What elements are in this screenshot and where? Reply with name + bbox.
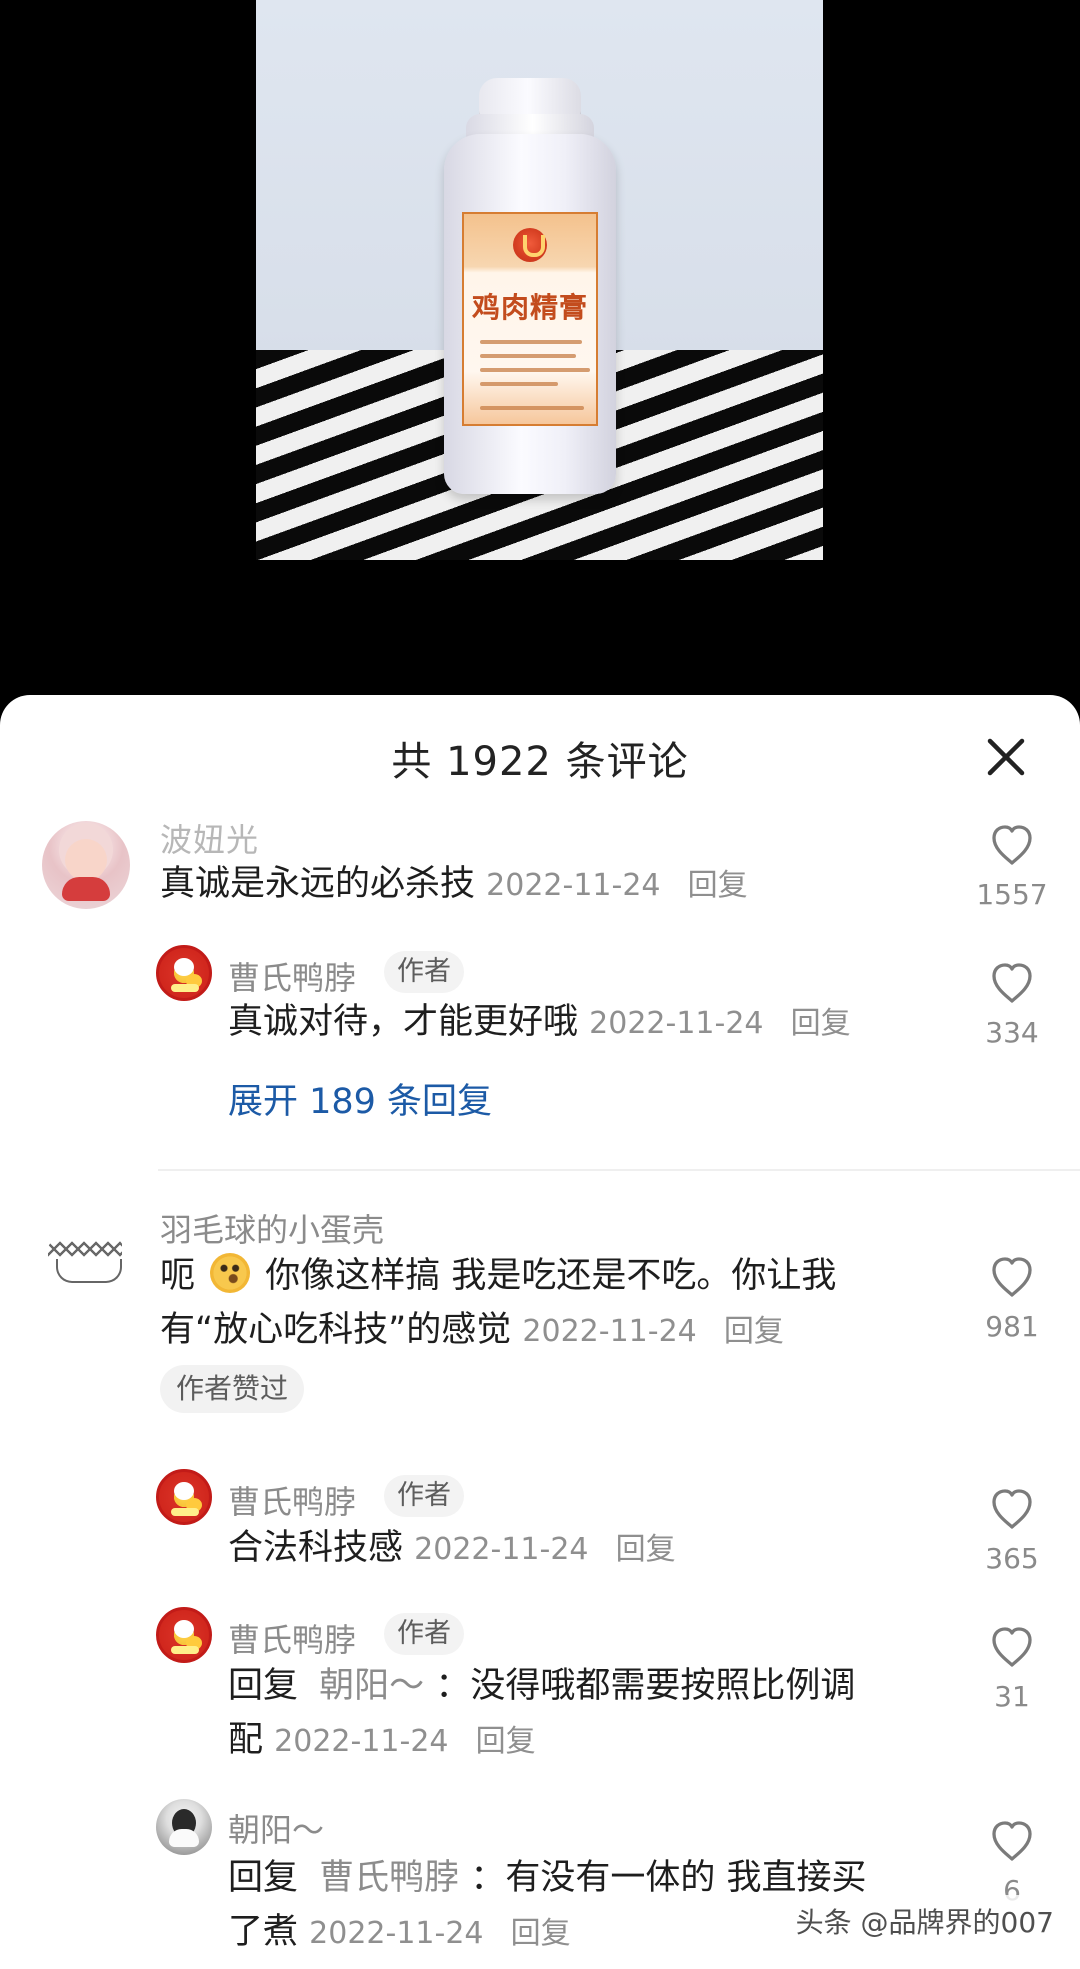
like-button[interactable]: 31 <box>967 1625 1057 1713</box>
reply-text-line-1: ：没得哦都需要按照比例调 <box>435 1666 856 1706</box>
avatar[interactable] <box>42 821 130 909</box>
reply-text: 真诚对待，才能更好哦 <box>228 1002 579 1042</box>
like-count: 1557 <box>976 878 1048 911</box>
reply-username[interactable]: 曹氏鸭脖 <box>228 1615 356 1661</box>
author-badge: 作者 <box>384 1475 464 1517</box>
product-photo: 鸡肉精膏 <box>256 0 823 560</box>
like-count: 365 <box>985 1542 1039 1575</box>
product-label-title: 鸡肉精膏 <box>471 291 588 324</box>
top-media: 鸡肉精膏 <box>0 0 1080 695</box>
reply-date: 2022-11-24 <box>309 1916 484 1951</box>
reply-date: 2022-11-24 <box>274 1724 449 1759</box>
like-count: 31 <box>994 1680 1030 1713</box>
author-badge: 作者 <box>384 1613 464 1655</box>
close-button[interactable] <box>982 733 1030 781</box>
reply-username[interactable]: 曹氏鸭脖 <box>228 953 356 999</box>
close-icon <box>987 738 1025 776</box>
reply-date: 2022-11-24 <box>414 1532 589 1567</box>
reply-text-line-2: 配 <box>228 1720 264 1760</box>
reply-target-name[interactable]: 曹氏鸭脖 <box>319 1858 459 1898</box>
comment-date: 2022-11-24 <box>522 1314 697 1349</box>
comment-body: 真诚是永远的必杀技 2022-11-24 回复 <box>160 857 748 913</box>
comments-title: 共 1922 条评论 <box>391 739 689 785</box>
comment-text: 真诚是永远的必杀技 <box>160 864 476 904</box>
comments-sheet: 共 1922 条评论 波妞光 真诚是永远的必杀技 2022-11-24 回复 1… <box>0 695 1080 1969</box>
expand-replies-button[interactable]: 展开 189 条回复 <box>228 1075 492 1129</box>
like-button[interactable]: 365 <box>967 1487 1057 1575</box>
reply-prefix: 回复 <box>228 1858 299 1898</box>
avatar[interactable] <box>156 1469 212 1525</box>
product-label: 鸡肉精膏 <box>462 212 598 426</box>
comment-text-line-1: 你像这样搞 我是吃还是不吃。你让我 <box>265 1256 837 1296</box>
comment-date: 2022-11-24 <box>486 868 661 903</box>
product-bottle: 鸡肉精膏 <box>444 78 616 498</box>
reply-username[interactable]: 曹氏鸭脖 <box>228 1477 356 1523</box>
comments-list: 波妞光 真诚是永远的必杀技 2022-11-24 回复 1557 曹氏鸭脖 作者… <box>0 815 1080 1969</box>
reply-target-name[interactable]: 朝阳～ <box>319 1666 424 1706</box>
reply-link[interactable]: 回复 <box>724 1314 784 1349</box>
comments-header: 共 1922 条评论 <box>0 695 1080 815</box>
label-text-line <box>480 368 590 372</box>
author-liked-badge: 作者赞过 <box>160 1365 305 1413</box>
comment-username[interactable]: 波妞光 <box>160 815 259 861</box>
reply-prefix: 回复 <box>228 1666 299 1706</box>
like-count: 981 <box>985 1310 1039 1343</box>
reply-date: 2022-11-24 <box>589 1006 764 1041</box>
reply-link[interactable]: 回复 <box>476 1724 536 1759</box>
heart-icon <box>992 1627 1032 1667</box>
reply-link[interactable]: 回复 <box>511 1916 571 1951</box>
avatar[interactable] <box>156 1799 212 1855</box>
like-button[interactable]: 6 <box>967 1819 1057 1907</box>
comment-body-line-2: 有“放心吃科技”的感觉 2022-11-24 回复 <box>160 1303 784 1359</box>
reply-body: 合法科技感 2022-11-24 回复 <box>228 1521 676 1577</box>
comment-text-line-2: 有“放心吃科技”的感觉 <box>160 1310 512 1350</box>
heart-icon <box>992 963 1032 1003</box>
divider <box>158 1169 1080 1171</box>
like-button[interactable]: 334 <box>967 961 1057 1049</box>
comment-username[interactable]: 羽毛球的小蛋壳 <box>160 1205 384 1251</box>
reply-body: 回复 朝阳～ ：没得哦都需要按照比例调 <box>228 1659 855 1713</box>
like-button[interactable]: 1557 <box>967 823 1057 911</box>
heart-icon <box>992 1489 1032 1529</box>
bottle-body: 鸡肉精膏 <box>444 134 616 494</box>
reply-link[interactable]: 回复 <box>688 868 748 903</box>
heart-icon <box>992 1257 1032 1297</box>
reply-link[interactable]: 回复 <box>791 1006 851 1041</box>
comment-body: 呃 你像这样搞 我是吃还是不吃。你让我 <box>160 1249 836 1303</box>
label-text-line <box>480 340 582 344</box>
heart-icon <box>992 825 1032 865</box>
label-text-line <box>480 406 584 410</box>
author-badge: 作者 <box>384 951 464 993</box>
reply-text-line-1: ：有没有一体的 我直接买 <box>470 1858 867 1898</box>
reply-body: 真诚对待，才能更好哦 2022-11-24 回复 <box>228 995 851 1051</box>
avatar[interactable] <box>42 1225 130 1313</box>
comment-item: 波妞光 真诚是永远的必杀技 2022-11-24 回复 1557 曹氏鸭脖 作者… <box>0 815 1080 1187</box>
reply-username[interactable]: 朝阳～ <box>228 1805 324 1851</box>
avatar[interactable] <box>156 1607 212 1663</box>
label-text-line <box>480 382 558 386</box>
reply-text: 合法科技感 <box>228 1528 404 1568</box>
reply-body-line-2: 了煮 2022-11-24 回复 <box>228 1905 571 1961</box>
comment-text-line-1-before-emoji: 呃 <box>160 1256 196 1296</box>
heart-icon <box>992 1821 1032 1861</box>
thinking-face-icon <box>210 1253 251 1293</box>
brand-logo-icon <box>513 228 547 262</box>
label-text-line <box>480 354 576 358</box>
comment-item: 羽毛球的小蛋壳 呃 你像这样搞 我是吃还是不吃。你让我 有“放心吃科技”的感觉 … <box>0 1205 1080 1969</box>
avatar[interactable] <box>156 945 212 1001</box>
reply-link[interactable]: 回复 <box>616 1532 676 1567</box>
reply-body: 回复 曹氏鸭脖 ：有没有一体的 我直接买 <box>228 1851 866 1905</box>
like-button[interactable]: 981 <box>967 1255 1057 1343</box>
like-count: 334 <box>985 1016 1039 1049</box>
reply-text-line-2: 了煮 <box>228 1912 299 1952</box>
watermark: 头条 @品牌界的007 <box>785 1895 1064 1947</box>
reply-body-line-2: 配 2022-11-24 回复 <box>228 1713 536 1769</box>
